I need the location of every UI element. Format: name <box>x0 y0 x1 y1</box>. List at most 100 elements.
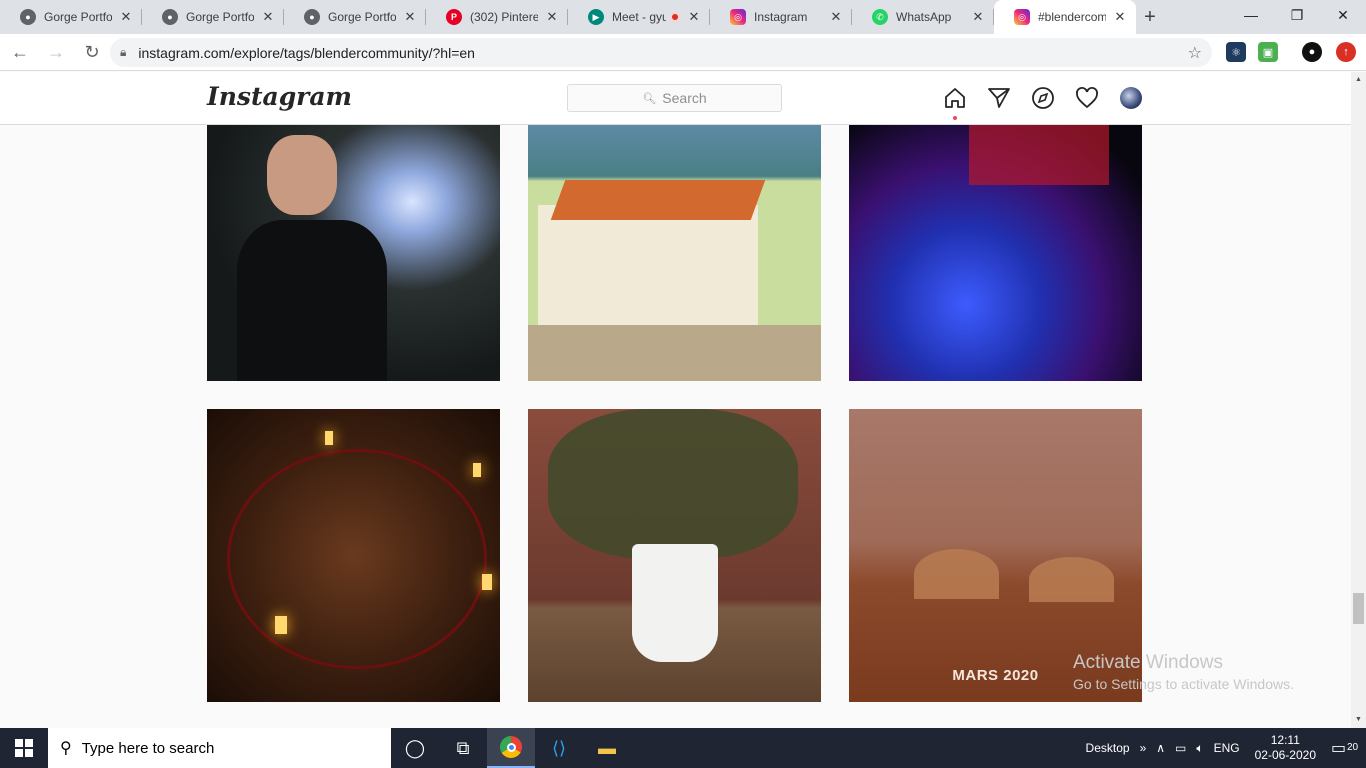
tab-title: Gorge Portfolio <box>328 10 396 24</box>
notification-center-icon[interactable]: ▭ 20 <box>1331 738 1361 758</box>
globe-icon: ● <box>162 9 178 25</box>
post-image-wall <box>528 325 821 381</box>
taskbar-search-placeholder: Type here to search <box>81 739 215 757</box>
close-icon[interactable]: ✕ <box>260 9 276 25</box>
forward-icon[interactable]: → <box>40 36 72 68</box>
instagram-header: Instagram 🔍︎ Search <box>0 72 1351 125</box>
minimize-icon[interactable]: — <box>1228 0 1274 30</box>
post-thumbnail[interactable] <box>528 125 821 381</box>
clock-date: 02-06-2020 <box>1254 748 1316 762</box>
direct-message-icon[interactable] <box>987 86 1011 110</box>
post-thumbnail[interactable] <box>207 125 500 381</box>
extension-icon[interactable]: ▣ <box>1258 42 1278 62</box>
close-icon[interactable]: ✕ <box>686 9 702 25</box>
tab-title: Gorge Portfolio <box>186 10 254 24</box>
post-image-red-hex <box>969 125 1109 185</box>
pinterest-icon: P <box>446 9 462 25</box>
lock-icon[interactable]: 🔒︎ <box>120 45 126 60</box>
post-image-dome <box>914 549 999 599</box>
browser-tab[interactable]: ● Gorge Portfolio ✕ <box>0 0 142 34</box>
chrome-icon[interactable] <box>487 728 535 768</box>
desktop-toolbar-label[interactable]: Desktop <box>1086 741 1130 755</box>
task-view-icon[interactable]: ⧉ <box>439 728 487 768</box>
search-icon: 🔍︎ <box>642 92 657 105</box>
taskbar-search-input[interactable]: ⚲ Type here to search <box>48 728 391 768</box>
post-image-man <box>267 135 337 215</box>
watermark-subtitle: Go to Settings to activate Windows. <box>1073 676 1294 692</box>
reload-icon[interactable]: ↻ <box>76 36 108 68</box>
profile-avatar[interactable] <box>1120 87 1142 109</box>
close-window-icon[interactable]: ✕ <box>1320 0 1366 30</box>
url-text[interactable]: instagram.com/explore/tags/blendercommun… <box>138 45 1187 61</box>
post-thumbnail[interactable] <box>207 409 500 702</box>
browser-tabstrip: ● Gorge Portfolio ✕ ● Gorge Portfolio ✕ … <box>0 0 1366 34</box>
globe-icon: ● <box>304 9 320 25</box>
scrollbar[interactable] <box>1351 72 1366 728</box>
scroll-up-icon[interactable]: ▲ <box>1351 72 1366 87</box>
close-icon[interactable]: ✕ <box>970 9 986 25</box>
browser-tab[interactable]: ✆ WhatsApp ✕ <box>852 0 994 34</box>
watermark-title: Activate Windows <box>1073 652 1223 673</box>
cortana-icon[interactable]: ◯ <box>391 728 439 768</box>
speaker-icon[interactable]: 🔈︎ <box>1196 741 1203 756</box>
profile-avatar[interactable]: ● <box>1302 42 1322 62</box>
search-input[interactable]: 🔍︎ Search <box>567 84 782 112</box>
browser-tab[interactable]: P (302) Pinterest ✕ <box>426 0 568 34</box>
browser-tab[interactable]: ● Gorge Portfolio ✕ <box>284 0 426 34</box>
post-image-candle <box>482 574 492 590</box>
system-tray: Desktop » ∧ ▭ 🔈︎ ENG 12:11 02-06-2020 ▭ 2… <box>1081 728 1366 768</box>
browser-tab-active[interactable]: ◎ #blendercomm ✕ <box>994 0 1136 34</box>
vscode-icon[interactable]: ⟨⟩ <box>535 728 583 768</box>
clock-time: 12:11 <box>1270 733 1300 747</box>
close-icon[interactable]: ✕ <box>828 9 844 25</box>
post-image-circle <box>227 449 487 669</box>
post-image-candle <box>325 431 333 445</box>
close-icon[interactable]: ✕ <box>402 9 418 25</box>
restore-icon[interactable]: ❐ <box>1274 0 1320 30</box>
back-icon[interactable]: ← <box>4 36 36 68</box>
notification-dot <box>953 116 957 120</box>
new-tab-button[interactable]: + <box>1136 0 1164 34</box>
post-thumbnail[interactable] <box>528 409 821 702</box>
close-icon[interactable]: ✕ <box>118 9 134 25</box>
heart-icon[interactable] <box>1075 86 1099 110</box>
browser-tab[interactable]: ▶ Meet - gyu ✕ <box>568 0 710 34</box>
language-indicator[interactable]: ENG <box>1214 741 1240 755</box>
explore-compass-icon[interactable] <box>1031 86 1055 110</box>
react-devtools-icon[interactable]: ⚛ <box>1226 42 1246 62</box>
post-image-pot <box>632 544 718 662</box>
instagram-logo[interactable]: Instagram <box>207 82 352 111</box>
browser-tab[interactable]: ◎ Instagram ✕ <box>710 0 852 34</box>
clock[interactable]: 12:11 02-06-2020 <box>1255 733 1316 763</box>
battery-icon[interactable]: ▭ <box>1175 741 1186 755</box>
scrollbar-thumb[interactable] <box>1353 593 1364 624</box>
post-image-dome <box>1029 557 1114 602</box>
notification-count: 20 <box>1346 742 1360 753</box>
window-controls: — ❐ ✕ <box>1228 0 1366 30</box>
tab-title: WhatsApp <box>896 10 952 24</box>
address-bar[interactable]: 🔒︎ instagram.com/explore/tags/blendercom… <box>110 38 1212 67</box>
chevron-right-icon[interactable]: » <box>1140 741 1147 755</box>
bookmark-star-icon[interactable]: ☆ <box>1188 43 1202 63</box>
start-button[interactable] <box>0 728 48 768</box>
file-explorer-icon[interactable]: ▬ <box>583 728 631 768</box>
post-image-leaves <box>548 409 798 559</box>
close-icon[interactable]: ✕ <box>1112 9 1128 25</box>
browser-tab[interactable]: ● Gorge Portfolio ✕ <box>142 0 284 34</box>
post-image-candle <box>275 616 287 634</box>
activate-windows-watermark: Activate Windows Go to Settings to activ… <box>1073 652 1294 692</box>
chevron-up-icon[interactable]: ∧ <box>1156 741 1165 755</box>
recording-icon <box>670 12 680 22</box>
tab-title: (302) Pinterest <box>470 10 538 24</box>
post-image-roof <box>550 180 766 220</box>
windows-taskbar: ⚲ Type here to search ◯ ⧉ ⟨⟩ ▬ Desktop »… <box>0 728 1366 768</box>
windows-logo-icon <box>15 739 33 757</box>
post-thumbnail[interactable] <box>849 125 1142 381</box>
update-icon[interactable]: ↑ <box>1336 42 1356 62</box>
post-image-candle <box>473 463 481 477</box>
tab-title: #blendercomm <box>1038 10 1106 24</box>
scroll-down-icon[interactable]: ▼ <box>1351 712 1366 727</box>
close-icon[interactable]: ✕ <box>544 9 560 25</box>
home-icon[interactable] <box>943 86 967 110</box>
meet-icon: ▶ <box>588 9 604 25</box>
